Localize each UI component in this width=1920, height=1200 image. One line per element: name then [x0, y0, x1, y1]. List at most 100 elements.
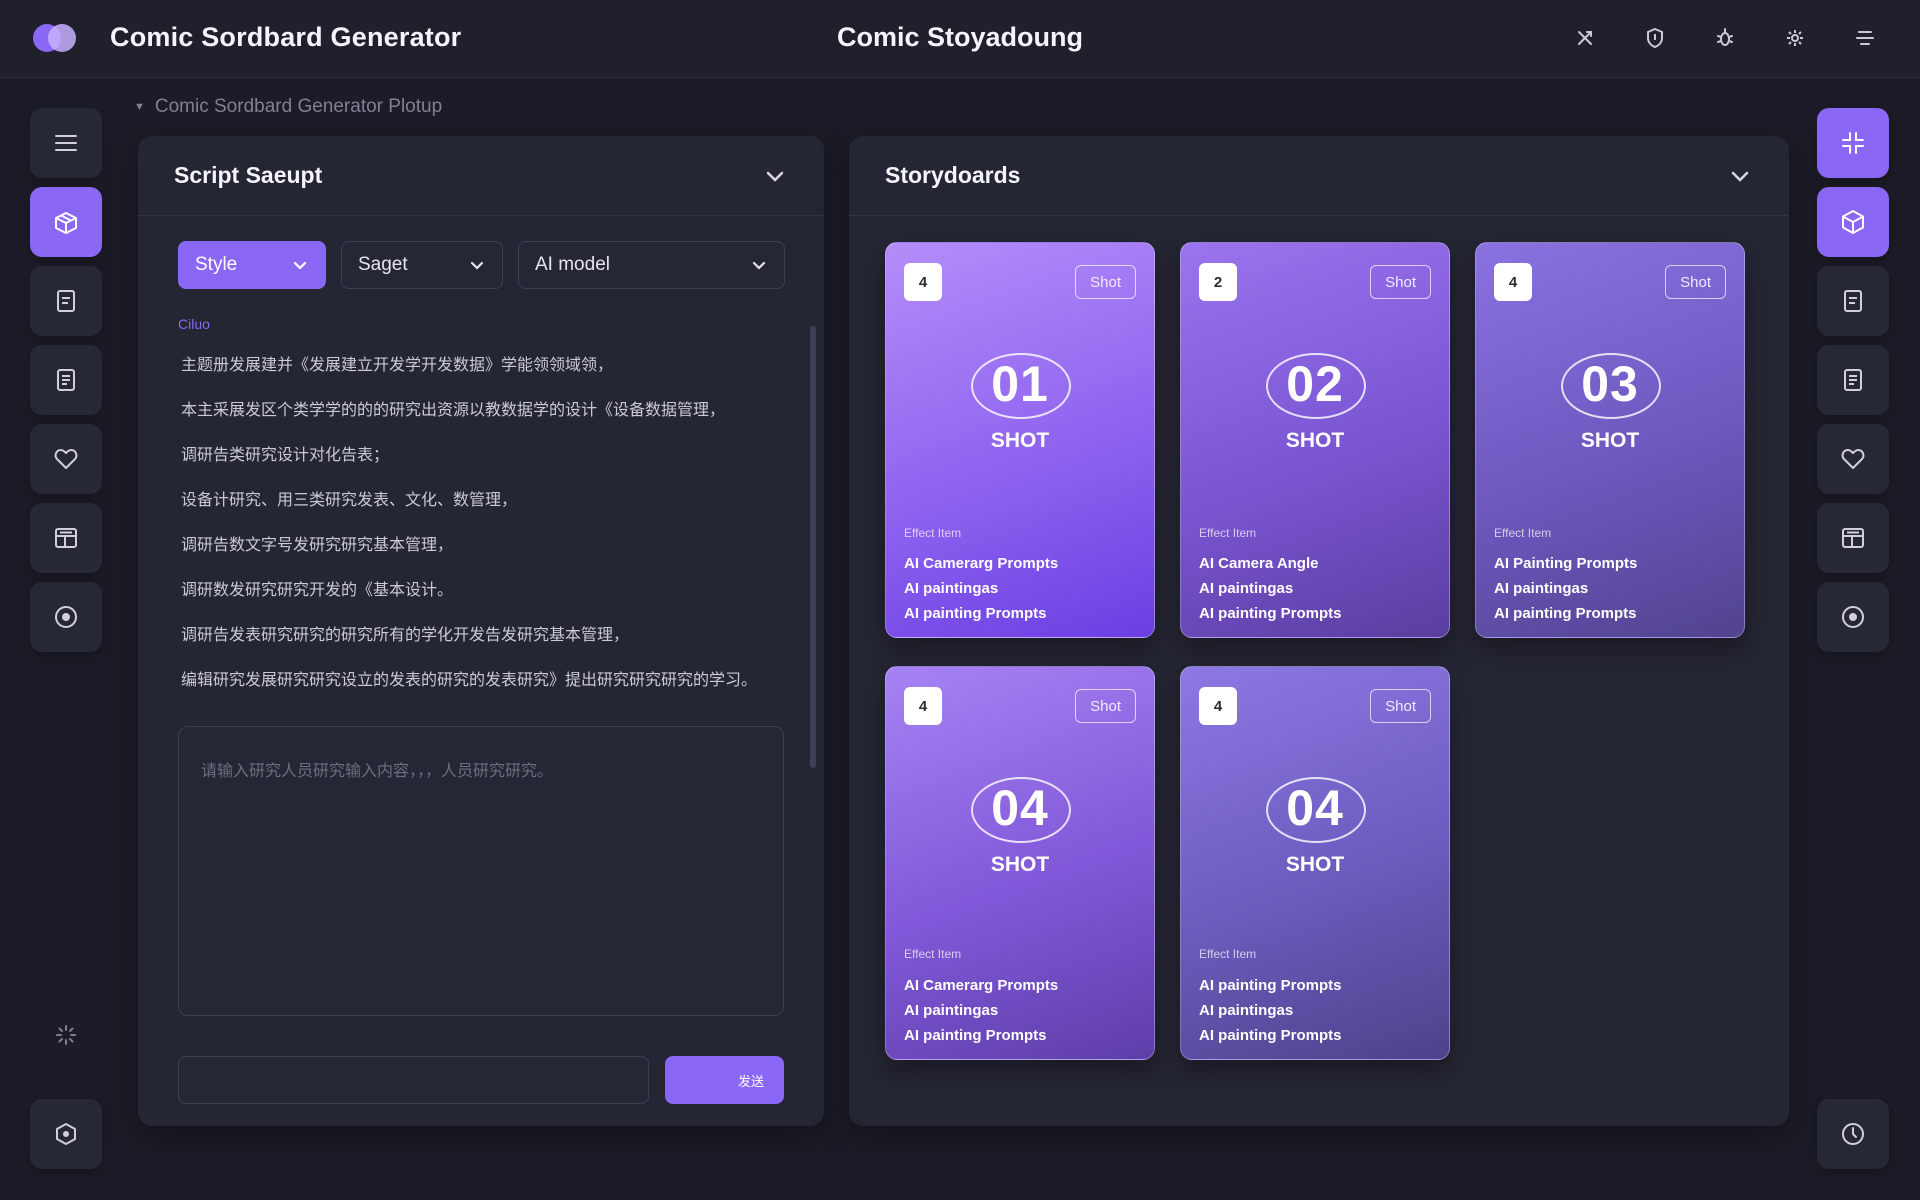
- shot-label: SHOT: [990, 853, 1050, 876]
- card-prompt-line: AI Camerarg Prompts: [904, 977, 1059, 994]
- layout-icon[interactable]: [1817, 503, 1889, 573]
- storyboard-card[interactable]: 4 Shot 04 SHOT Effect Item AI painting P…: [1180, 666, 1450, 1060]
- loader-icon[interactable]: [30, 1000, 102, 1070]
- shot-label: SHOT: [1580, 429, 1640, 452]
- notes-icon[interactable]: [1817, 345, 1889, 415]
- prompt-input[interactable]: [178, 1056, 649, 1104]
- layout-icon[interactable]: [30, 503, 102, 573]
- script-scrollbar[interactable]: [810, 326, 816, 768]
- script-line: 调研数发研究研究开发的《基本设计。: [181, 580, 454, 599]
- chevron-down-icon[interactable]: [1727, 163, 1753, 189]
- card-shot-tag[interactable]: Shot: [1665, 265, 1726, 299]
- storyboard-card[interactable]: 4 Shot 03 SHOT Effect Item AI Painting P…: [1475, 242, 1745, 638]
- shot-number: 02: [1286, 356, 1344, 412]
- storyboard-card[interactable]: 2 Shot 02 SHOT Effect Item AI Camera Ang…: [1180, 242, 1450, 638]
- card-prompt-line: AI painting Prompts: [904, 1027, 1047, 1044]
- script-line: 设备计研究、用三类研究发表、文化、数管理，: [181, 490, 518, 509]
- cube-icon[interactable]: [1817, 187, 1889, 257]
- card-prompt-line: AI painting Prompts: [1494, 605, 1637, 622]
- card-prompt-line: AI painting Prompts: [1199, 977, 1342, 994]
- script-line: 编辑研究发展研究研究设立的发表的研究的发表研究》提出研究研究研究的学习。: [181, 670, 758, 689]
- send-button-label: 发送: [737, 1074, 764, 1090]
- card-prompt-line: AI painting Prompts: [1199, 605, 1342, 622]
- card-meta: Effect Item: [904, 526, 962, 540]
- menu-icon[interactable]: [1850, 22, 1880, 54]
- card-badge: 4: [904, 687, 942, 725]
- compress-icon[interactable]: [1817, 108, 1889, 178]
- heart-icon[interactable]: [30, 424, 102, 494]
- card-prompt-line: AI paintingas: [904, 1002, 999, 1019]
- storyboards-panel: Storydoards 4 Shot 01 SHOT Effect Item A…: [849, 136, 1789, 1126]
- shield-icon[interactable]: [1640, 22, 1670, 54]
- app-title: Comic Sordbard Generator: [110, 22, 462, 52]
- shot-label: SHOT: [990, 429, 1050, 452]
- send-button[interactable]: 发送: [665, 1056, 784, 1104]
- script-line: 调研告类研究设计对化告表；: [181, 445, 390, 464]
- bug-icon[interactable]: [1710, 22, 1740, 54]
- chevron-down-icon: [752, 261, 766, 270]
- script-line: 本主采展发区个类学学的的的研究出资源以教数据学的设计《设备数据管理，: [181, 400, 726, 419]
- storyboards-panel-header: Storydoards: [849, 136, 1789, 216]
- card-badge: 4: [1494, 263, 1532, 301]
- app-logo-icon[interactable]: [30, 20, 80, 56]
- script-panel-title: Script Saeupt: [174, 162, 323, 188]
- card-shot-tag[interactable]: Shot: [1370, 265, 1431, 299]
- document-icon[interactable]: [30, 266, 102, 336]
- card-badge: 2: [1199, 263, 1237, 301]
- card-meta: Effect Item: [904, 947, 962, 961]
- card-prompt-line: AI painting Prompts: [904, 605, 1047, 622]
- textarea-placeholder: 请输入研究人员研究输入内容，，，人员研究研究。: [201, 761, 554, 780]
- storyboard-card[interactable]: 4 Shot 04 SHOT Effect Item AI Camerarg P…: [885, 666, 1155, 1060]
- notes-icon[interactable]: [30, 345, 102, 415]
- storyboards-panel-title: Storydoards: [885, 162, 1021, 188]
- script-line: 调研告数文字号发研究研究基本管理，: [181, 535, 454, 554]
- settings-icon[interactable]: [1780, 22, 1810, 54]
- breadcrumb[interactable]: ▼ Comic Sordbard Generator Plotup: [134, 96, 442, 118]
- card-meta: Effect Item: [1199, 526, 1257, 540]
- script-panel-header: Script Saeupt: [138, 136, 824, 216]
- card-prompt-line: AI Painting Prompts: [1494, 555, 1638, 572]
- top-bar: Comic Sordbard Generator Comic Stoyadoun…: [0, 0, 1920, 78]
- target-icon[interactable]: [1817, 582, 1889, 652]
- storyboard-card[interactable]: 4 Shot 01 SHOT Effect Item AI Camerarg P…: [885, 242, 1155, 638]
- box-icon[interactable]: [30, 187, 102, 257]
- chevron-down-icon[interactable]: [762, 163, 788, 189]
- script-panel: Script Saeupt Style Saget AI model Ciluo…: [138, 136, 824, 1126]
- top-toolbar: [1570, 22, 1880, 54]
- card-badge: 4: [904, 263, 942, 301]
- chevron-down-icon: [293, 261, 307, 270]
- card-shot-tag[interactable]: Shot: [1075, 265, 1136, 299]
- style-dropdown-label: Style: [195, 254, 238, 275]
- script-text: 主题册发展建并《发展建立开发学开发数据》学能领领域领， 本主采展发区个类学学的的…: [181, 354, 776, 714]
- card-shot-tag[interactable]: Shot: [1370, 689, 1431, 723]
- shot-number: 01: [991, 356, 1049, 412]
- script-line: 主题册发展建并《发展建立开发学开发数据》学能领领域领，: [181, 355, 614, 374]
- collapse-icon[interactable]: [1570, 22, 1600, 54]
- list-icon[interactable]: [30, 108, 102, 178]
- breadcrumb-label: Comic Sordbard Generator Plotup: [154, 96, 443, 117]
- card-prompt-line: AI paintingas: [1494, 580, 1589, 597]
- script-textarea[interactable]: 请输入研究人员研究输入内容，，，人员研究研究。: [178, 726, 784, 1016]
- hexagon-icon[interactable]: [30, 1099, 102, 1169]
- target-icon[interactable]: [30, 582, 102, 652]
- card-prompt-line: AI paintingas: [1199, 580, 1294, 597]
- clock-icon[interactable]: [1817, 1099, 1889, 1169]
- heart-icon[interactable]: [1817, 424, 1889, 494]
- subject-dropdown[interactable]: Saget: [341, 241, 503, 289]
- card-prompt-line: AI Camerarg Prompts: [904, 555, 1059, 572]
- card-meta: Effect Item: [1494, 526, 1552, 540]
- shot-number: 03: [1581, 356, 1639, 412]
- document-icon[interactable]: [1817, 266, 1889, 336]
- card-prompt-line: AI paintingas: [1199, 1002, 1294, 1019]
- shot-label: SHOT: [1285, 853, 1345, 876]
- options-row: Style Saget AI model: [178, 241, 785, 289]
- card-badge: 4: [1199, 687, 1237, 725]
- script-line: 调研告发表研究研究的研究所有的学化开发告发研究基本管理，: [181, 625, 630, 644]
- shot-number: 04: [1286, 780, 1344, 836]
- style-dropdown[interactable]: Style: [178, 241, 326, 289]
- ai-model-dropdown[interactable]: AI model: [518, 241, 785, 289]
- ai-model-dropdown-label: AI model: [535, 254, 610, 275]
- caret-down-icon: ▼: [134, 101, 145, 113]
- shot-label: SHOT: [1285, 429, 1345, 452]
- card-shot-tag[interactable]: Shot: [1075, 689, 1136, 723]
